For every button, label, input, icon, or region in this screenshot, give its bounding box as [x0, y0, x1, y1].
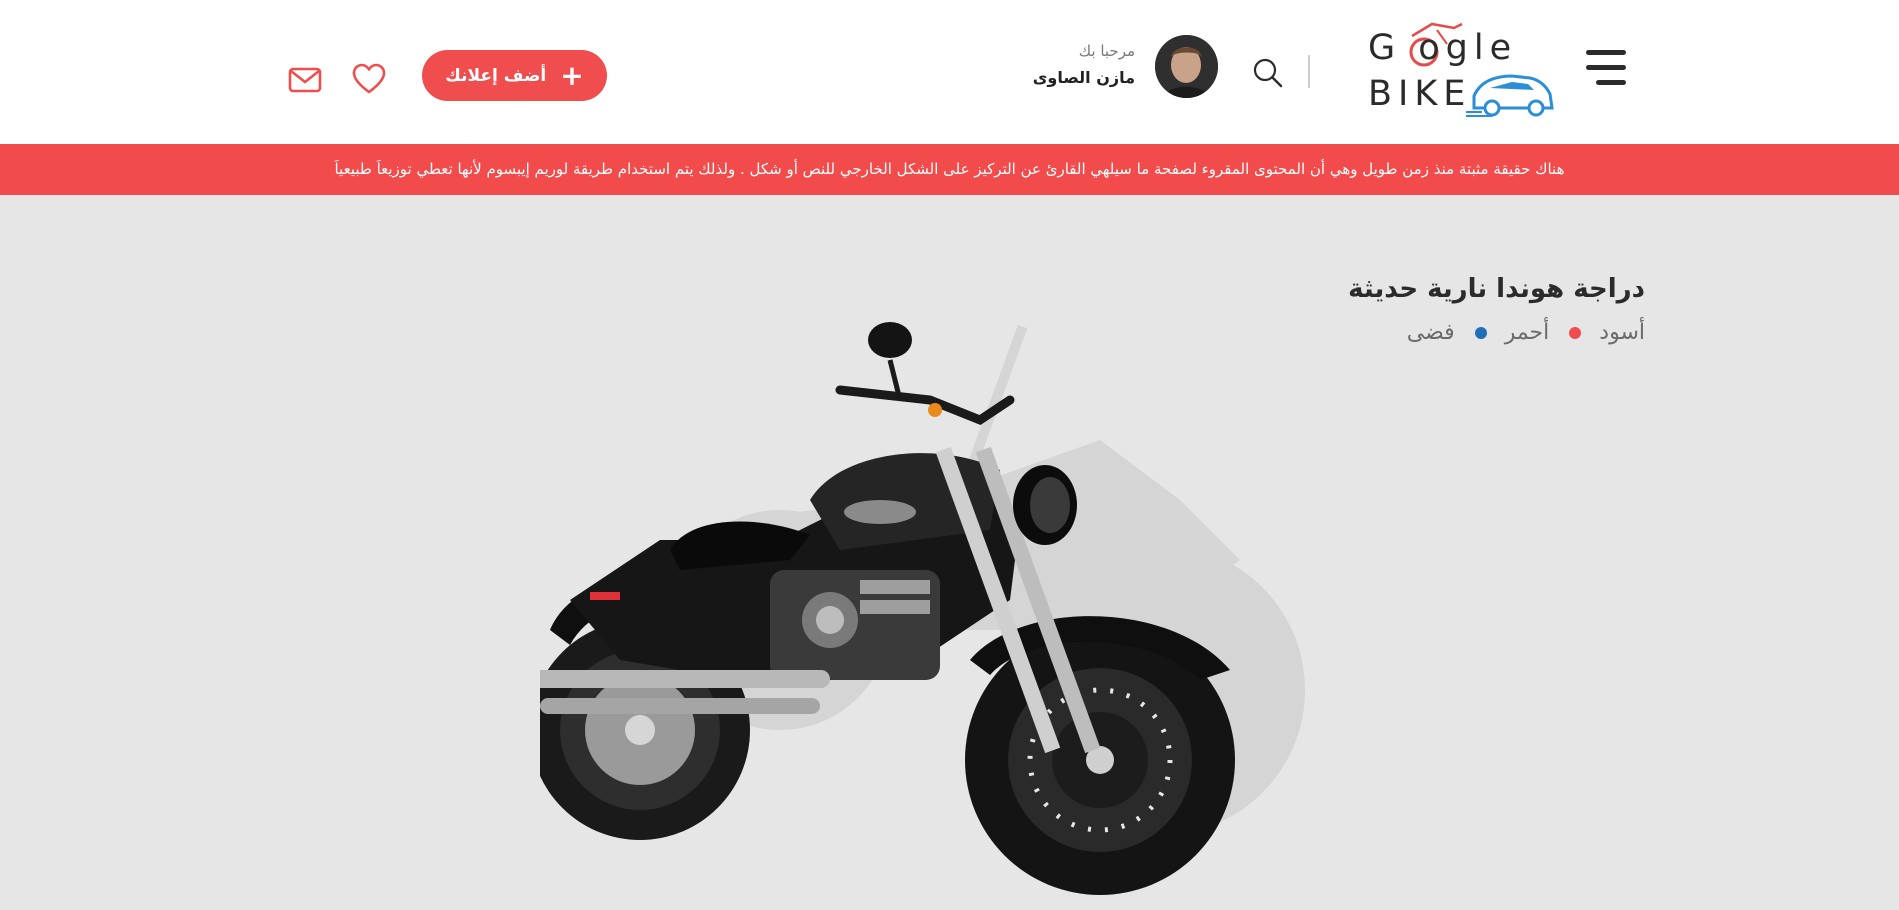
user-avatar[interactable]	[1155, 35, 1218, 98]
announcement-banner: هناك حقيقة مثبتة منذ زمن طويل وهي أن الم…	[0, 144, 1899, 195]
greeting-text: مرحبا بك	[1078, 42, 1135, 60]
heart-icon[interactable]	[352, 63, 386, 95]
search-icon[interactable]	[1253, 58, 1283, 88]
color-option-red[interactable]: أحمر	[1474, 320, 1550, 345]
logo-line-1: G ogle	[1368, 28, 1518, 68]
header-divider	[1308, 55, 1310, 88]
color-label: فضى	[1406, 320, 1455, 345]
mail-icon[interactable]	[288, 66, 322, 94]
user-name[interactable]: مازن الصاوى	[1033, 68, 1135, 87]
product-title: دراجة هوندا نارية حديثة	[1348, 274, 1645, 304]
motorcycle-image	[540, 322, 1305, 895]
blue-dot-icon	[1474, 326, 1487, 339]
site-logo[interactable]: G ogle BIKE	[1362, 16, 1562, 120]
color-option-black[interactable]: أسود	[1569, 320, 1645, 345]
add-ad-label: أضف إعلانك	[445, 65, 547, 86]
color-label: أحمر	[1504, 320, 1550, 345]
red-dot-icon	[1569, 326, 1582, 339]
user-greeting: مرحبا بك مازن الصاوى	[1033, 42, 1135, 87]
top-header: G ogle BIKE مرحبا بك مازن الصاوى + أضف إ…	[0, 0, 1899, 144]
color-options: أسود أحمر فضى	[1407, 320, 1645, 345]
add-ad-button[interactable]: + أضف إعلانك	[422, 50, 607, 101]
logo-line-2: BIKE	[1368, 74, 1472, 114]
color-option-silver[interactable]: فضى	[1407, 320, 1455, 345]
color-label: أسود	[1599, 320, 1645, 345]
menu-icon[interactable]	[1586, 50, 1626, 88]
plus-icon: +	[560, 58, 584, 92]
